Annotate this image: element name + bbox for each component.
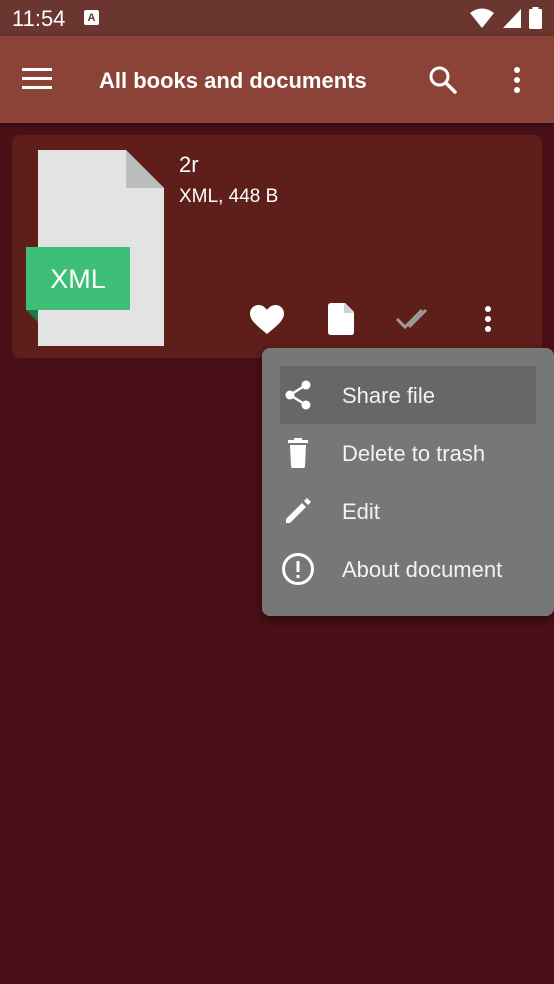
menu-icon[interactable] [22, 68, 52, 90]
more-vert-icon[interactable] [509, 66, 525, 94]
menu-item-share-file[interactable]: Share file [280, 366, 536, 424]
a-letter-icon: A [84, 10, 99, 25]
info-icon [282, 553, 314, 585]
book-more-icon[interactable] [481, 305, 495, 333]
document-icon[interactable] [328, 303, 354, 335]
menu-item-about-document[interactable]: About document [280, 540, 536, 598]
xml-file-thumbnail[interactable]: XML [26, 150, 166, 346]
document-meta: XML, 448 B [179, 186, 279, 207]
page-title: All books and documents [99, 68, 367, 93]
document-name: 2r [179, 152, 199, 177]
xml-badge-label: XML [50, 264, 106, 294]
menu-item-label: Delete to trash [342, 441, 486, 466]
menu-item-label: Edit [342, 499, 380, 524]
trash-icon [288, 438, 308, 468]
signal-icon [502, 9, 521, 28]
wifi-icon [470, 8, 495, 28]
menu-item-edit[interactable]: Edit [280, 482, 536, 540]
menu-item-label: About document [342, 557, 503, 582]
app-bar: All books and documents [0, 36, 554, 123]
done-all-icon[interactable] [396, 307, 434, 331]
book-card[interactable]: XML 2r XML, 448 B [12, 135, 542, 358]
context-menu: Share file Delete to trash Edit About do… [262, 348, 554, 616]
menu-item-label: Share file [342, 383, 435, 408]
status-time: 11:54 [12, 6, 66, 31]
status-bar: 11:54 A [0, 0, 554, 36]
search-icon[interactable] [428, 65, 458, 95]
battery-icon [529, 7, 542, 29]
share-icon [285, 380, 311, 410]
pencil-icon [286, 498, 311, 523]
status-icons [467, 7, 542, 29]
menu-item-delete-to-trash[interactable]: Delete to trash [280, 424, 536, 482]
favorite-icon[interactable] [250, 305, 284, 335]
